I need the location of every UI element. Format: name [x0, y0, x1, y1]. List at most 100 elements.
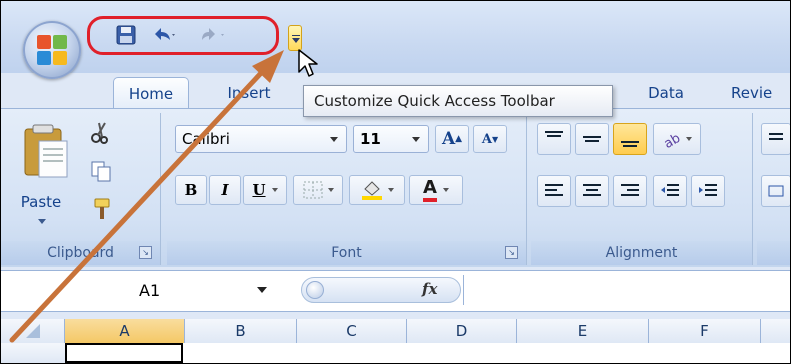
fill-color-icon: [362, 181, 382, 200]
column-headers: A B C D E F: [1, 319, 790, 344]
column-header-d[interactable]: D: [407, 319, 517, 343]
name-box-value: A1: [139, 280, 161, 300]
paste-button[interactable]: Paste: [11, 121, 81, 231]
underline-dropdown-icon: [271, 188, 278, 192]
excel-window: Home Insert Data Revie Paste Clipboard ↘…: [0, 0, 791, 364]
name-box[interactable]: A1: [1, 275, 275, 305]
clipboard-group: Paste Clipboard ↘: [1, 113, 161, 265]
column-header-c[interactable]: C: [297, 319, 407, 343]
font-name-value: Calibri: [182, 130, 230, 148]
formula-input[interactable]: [463, 275, 790, 305]
paste-label: Paste: [20, 193, 62, 211]
formula-bar-row: A1 fx: [1, 270, 790, 312]
tab-review[interactable]: Revie: [731, 77, 790, 109]
office-button[interactable]: [23, 21, 81, 79]
tab-insert[interactable]: Insert: [219, 77, 279, 109]
shrink-font-label: A: [481, 131, 492, 147]
ribbon: Paste Clipboard ↘ Calibri 11 A ▲ A ▼ B I…: [1, 108, 790, 267]
fill-color-button[interactable]: [349, 175, 405, 205]
clipboard-group-label: Clipboard: [1, 241, 160, 265]
font-name-combo[interactable]: Calibri: [175, 125, 347, 153]
mouse-cursor-icon: [298, 49, 318, 77]
worksheet-grid: [1, 343, 790, 363]
cut-button[interactable]: [89, 121, 117, 149]
format-painter-button[interactable]: [89, 197, 117, 225]
copy-icon: [91, 161, 111, 182]
font-color-button[interactable]: A: [409, 175, 463, 205]
top-align-icon: [545, 131, 563, 137]
borders-dropdown-icon: [328, 188, 334, 192]
column-header-e[interactable]: E: [517, 319, 649, 343]
font-name-dropdown-icon: [330, 136, 338, 142]
font-size-combo[interactable]: 11: [353, 125, 429, 153]
font-color-dropdown-icon: [442, 188, 449, 192]
font-color-letter: A: [423, 178, 437, 202]
select-all-button[interactable]: [1, 319, 65, 343]
italic-button[interactable]: I: [209, 175, 241, 205]
select-all-icon: [25, 324, 40, 338]
font-dialog-launcher-icon[interactable]: ↘: [505, 246, 518, 259]
qat-highlight-outline: [87, 16, 279, 55]
wrap-text-icon: [769, 133, 783, 140]
underline-label: U: [252, 181, 266, 199]
bottom-align-button[interactable]: [613, 123, 647, 155]
decrease-indent-icon: [661, 184, 679, 196]
office-logo-icon: [37, 35, 67, 65]
column-header-partial[interactable]: [761, 319, 790, 343]
bottom-align-icon: [621, 141, 639, 147]
increase-indent-icon: [699, 184, 717, 196]
paste-icon: [24, 124, 68, 178]
next-group-partial: [757, 113, 790, 265]
copy-button[interactable]: [89, 159, 117, 187]
orientation-button[interactable]: ab: [653, 123, 701, 155]
alignment-group: ab Alignment: [531, 113, 753, 265]
font-group: Calibri 11 A ▲ A ▼ B I U A Font ↘: [167, 113, 527, 265]
column-header-b[interactable]: B: [185, 319, 297, 343]
active-cell-a1[interactable]: [65, 343, 183, 363]
increase-indent-button[interactable]: [691, 175, 725, 207]
tab-home[interactable]: Home: [113, 77, 189, 109]
middle-align-button[interactable]: [575, 123, 609, 155]
name-box-dropdown-icon[interactable]: [257, 287, 267, 293]
alignment-label-text: Alignment: [605, 245, 678, 261]
grow-font-button[interactable]: A ▲: [435, 125, 469, 153]
orientation-icon: ab: [662, 131, 683, 149]
formula-ball-icon: [306, 281, 324, 299]
font-group-label: Font: [167, 241, 526, 265]
insert-function-button[interactable]: fx: [422, 280, 437, 298]
column-header-a[interactable]: A: [65, 319, 185, 343]
format-painter-icon: [94, 198, 110, 219]
next-group-label: [757, 241, 790, 265]
align-left-button[interactable]: [537, 175, 571, 207]
decrease-indent-button[interactable]: [653, 175, 687, 207]
tab-data[interactable]: Data: [641, 77, 691, 109]
customize-qat-tooltip: Customize Quick Access Toolbar: [303, 85, 613, 117]
scissors-icon: [91, 122, 108, 144]
clipboard-label-text: Clipboard: [47, 245, 114, 261]
borders-icon: [303, 181, 323, 199]
shrink-font-button[interactable]: A ▼: [473, 125, 507, 153]
italic-label: I: [221, 181, 229, 199]
bold-label: B: [184, 181, 198, 199]
merge-center-button[interactable]: [761, 175, 790, 207]
fill-color-dropdown-icon: [388, 188, 394, 192]
align-left-icon: [545, 184, 563, 196]
row-header-1[interactable]: [1, 343, 66, 363]
formula-bar-divider: fx: [301, 277, 461, 303]
top-align-button[interactable]: [537, 123, 571, 155]
align-center-icon: [583, 184, 601, 196]
wrap-text-button[interactable]: [761, 123, 790, 155]
font-size-dropdown-icon: [412, 136, 420, 142]
align-center-button[interactable]: [575, 175, 609, 207]
borders-button[interactable]: [293, 175, 343, 205]
clipboard-dialog-launcher-icon[interactable]: ↘: [139, 246, 152, 259]
alignment-group-label: Alignment: [531, 241, 752, 265]
align-right-button[interactable]: [613, 175, 647, 207]
align-right-icon: [621, 184, 639, 196]
tooltip-text: Customize Quick Access Toolbar: [314, 92, 555, 110]
bold-button[interactable]: B: [175, 175, 207, 205]
orientation-dropdown-icon: [686, 137, 692, 141]
font-label-text: Font: [331, 245, 362, 261]
underline-button[interactable]: U: [243, 175, 287, 205]
column-header-f[interactable]: F: [649, 319, 761, 343]
